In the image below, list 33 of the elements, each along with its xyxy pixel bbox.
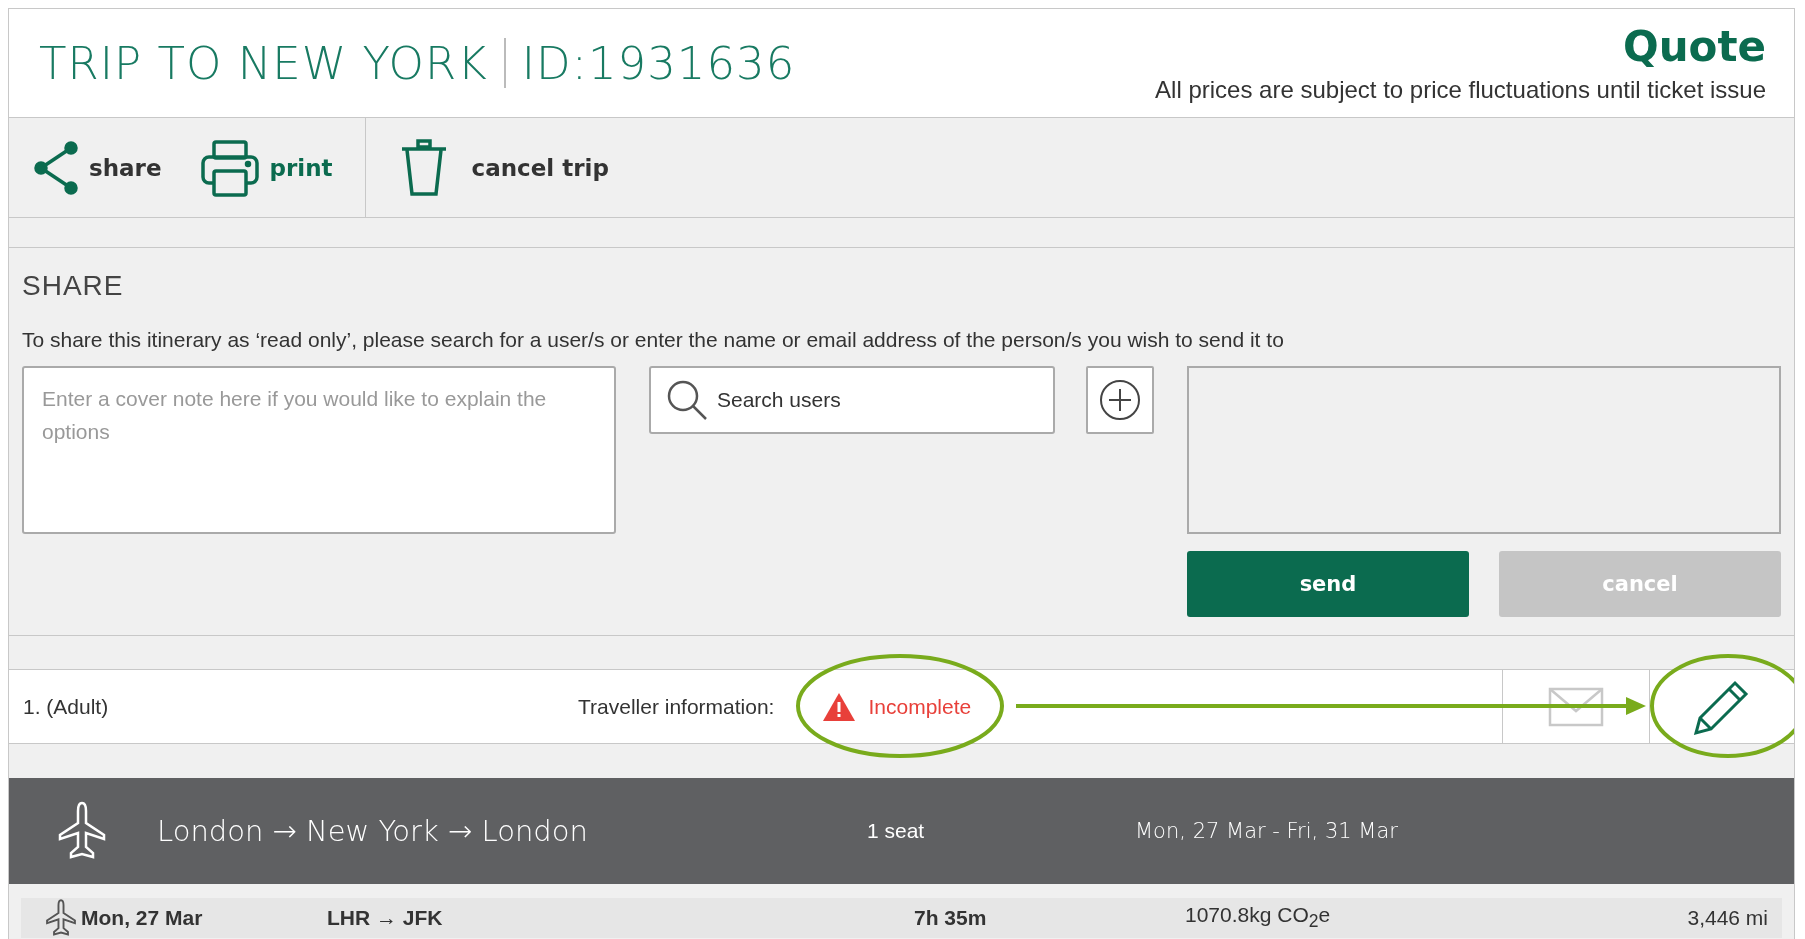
trash-icon[interactable]	[399, 138, 448, 197]
traveller-name: 1. (Adult)	[22, 694, 110, 719]
price-note: All prices are subject to price fluctuations until ticket issue	[1155, 76, 1766, 104]
add-icon	[1098, 378, 1142, 422]
status-label: Quote	[1622, 22, 1766, 72]
traveller-info-label: Traveller information:	[578, 694, 775, 719]
toolbar-link[interactable]: cancel trip	[471, 154, 609, 181]
airplane-icon	[45, 899, 77, 937]
status-text: Incomplete	[868, 694, 972, 719]
action-button[interactable]: send	[1187, 551, 1469, 617]
warning-icon	[822, 691, 857, 722]
printer-icon[interactable]	[199, 138, 260, 197]
toolbar-link[interactable]: share	[89, 154, 162, 181]
cover-note-field[interactable]: Enter a cover note here if you would like to explain the options	[22, 366, 616, 534]
flight-duration: 7h 35m	[914, 906, 988, 930]
mail-icon[interactable]	[1548, 686, 1604, 727]
flight-emissions: 1070.8kg CO$_{2}$e	[1185, 903, 1331, 933]
airplane-icon	[57, 801, 107, 861]
trip-dates: Mon, 27 Mar - Fri, 31 Mar	[1135, 819, 1398, 843]
add-button[interactable]	[1086, 366, 1154, 434]
flight-distance: 3,446 mi	[1687, 906, 1769, 930]
trip-title: TRIP TO NEW YORK	[39, 36, 488, 90]
seat-count: 1 seat	[867, 819, 926, 843]
search-field[interactable]: Search users	[649, 366, 1055, 434]
flight-date: Mon, 27 Mar	[81, 906, 204, 930]
share-instructions: To share this itinerary as ‘read only’, please search for a user/s or enter the name or email address of the person/s you wish to send it to	[22, 328, 1285, 352]
search-icon	[665, 378, 709, 422]
trip-route: London → New York → London	[157, 814, 589, 848]
section-heading: SHARE	[22, 270, 125, 302]
trip-id: ID:1931636	[521, 36, 796, 90]
toolbar-link[interactable]: print	[269, 154, 333, 181]
flight-route: LHR → JFK	[327, 906, 444, 930]
share-icon[interactable]	[33, 139, 79, 196]
